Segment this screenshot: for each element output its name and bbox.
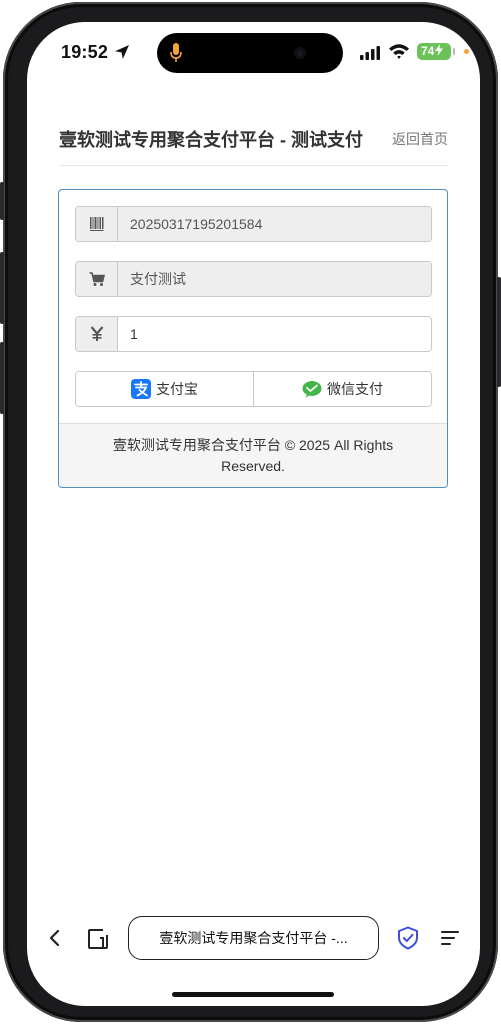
product-name-value: 支付测试 [118,262,431,296]
home-indicator[interactable] [172,992,334,997]
microphone-icon [170,43,182,62]
alipay-label: 支付宝 [156,381,198,397]
status-time: 19:52 [61,42,109,62]
back-to-home-link[interactable]: 返回首页 [392,129,448,149]
charging-bolt-icon [435,44,444,56]
order-number-value: 20250317195201584 [118,207,431,241]
wechat-pay-label: 微信支付 [327,381,383,397]
action-button [0,182,4,220]
cellular-signal-icon [360,46,380,60]
tabs-icon[interactable] [86,927,110,951]
wechat-pay-icon [302,381,322,398]
panel-footer: 壹软测试专用聚合支付平台 © 2025 All Rights Reserved. [59,423,447,487]
status-bar: 19:52 74 [27,22,480,84]
battery-cap [453,48,455,55]
page-header: 壹软测试专用聚合支付平台 - 测试支付 返回首页 [59,114,448,166]
cart-icon [89,272,105,286]
power-button [497,277,501,387]
alipay-button[interactable]: 支付宝 [76,372,253,406]
menu-icon[interactable] [440,929,460,947]
wechat-pay-button[interactable]: 微信支付 [253,372,431,406]
wifi-icon [389,44,409,59]
privacy-shield-icon[interactable] [397,926,419,950]
product-name-field: 支付测试 [75,261,432,297]
mic-in-use-dot [464,49,469,54]
order-number-addon [76,207,118,241]
order-number-field: 20250317195201584 [75,206,432,242]
amount-field[interactable]: 1 [75,316,432,352]
battery-level: 74 [421,44,435,58]
location-arrow-icon [115,45,129,59]
barcode-icon [89,217,103,231]
yen-icon [90,326,103,341]
page-title: 壹软测试专用聚合支付平台 - 测试支付 [59,130,363,150]
address-bar-title: 壹软测试专用聚合支付平台 -... [159,930,348,946]
browser-back-icon[interactable] [47,928,63,948]
volume-down-button [0,342,4,414]
payment-panel: 20250317195201584 支付测试 1 支付宝 微信支付 壹软测试专用… [58,189,448,488]
product-name-addon [76,262,118,296]
phone-frame: 19:52 74 壹软测试专用聚合支付平台 - 测试支付 返回首页 202503… [0,2,501,1022]
screen: 19:52 74 壹软测试专用聚合支付平台 - 测试支付 返回首页 202503… [27,22,480,1006]
alipay-icon [131,379,151,399]
amount-input[interactable]: 1 [118,317,431,351]
address-bar[interactable]: 壹软测试专用聚合支付平台 -... [128,916,379,960]
volume-up-button [0,252,4,324]
dynamic-island [157,33,343,73]
copyright-text: 壹软测试专用聚合支付平台 © 2025 All Rights Reserved. [112,437,394,474]
battery-indicator: 74 [417,43,451,60]
payment-method-group: 支付宝 微信支付 [75,371,432,407]
amount-addon [76,317,118,351]
front-camera [294,47,306,59]
